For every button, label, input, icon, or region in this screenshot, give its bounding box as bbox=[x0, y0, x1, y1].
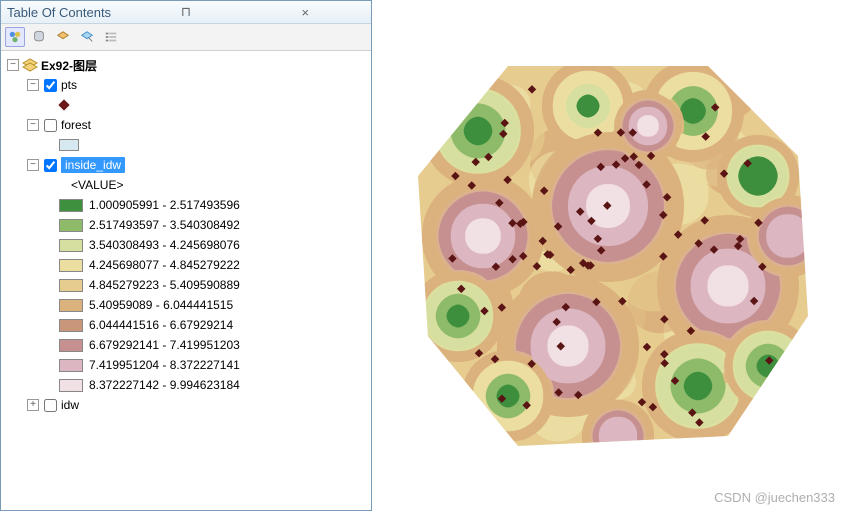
layer-label: pts bbox=[61, 78, 77, 92]
expand-toggle-icon[interactable]: − bbox=[27, 159, 39, 171]
legend-swatch bbox=[59, 299, 83, 312]
legend-swatch bbox=[59, 259, 83, 272]
list-by-selection-button[interactable] bbox=[77, 27, 97, 47]
legend-class-row[interactable]: 4.245698077 - 4.845279222 bbox=[3, 255, 369, 275]
map-view[interactable]: CSDN @juechen333 bbox=[372, 0, 843, 511]
legend-class-row[interactable]: 1.000905991 - 2.517493596 bbox=[3, 195, 369, 215]
layer-label: forest bbox=[61, 118, 91, 132]
layer-pts-checkbox[interactable] bbox=[44, 79, 57, 92]
inside-idw-class-list: 1.000905991 - 2.517493596 2.517493597 - 3… bbox=[3, 195, 369, 395]
layer-label: idw bbox=[61, 398, 79, 412]
expand-toggle-icon[interactable]: − bbox=[7, 59, 19, 71]
legend-class-label: 6.679292141 - 7.419951203 bbox=[89, 338, 240, 352]
list-by-drawing-order-button[interactable] bbox=[5, 27, 25, 47]
legend-class-label: 6.044441516 - 6.67929214 bbox=[89, 318, 233, 332]
expand-toggle-icon[interactable]: − bbox=[27, 79, 39, 91]
layer-tree: − Ex92-图层 − pts − forest − inside_idw bbox=[1, 51, 371, 510]
legend-class-row[interactable]: 7.419951204 - 8.372227141 bbox=[3, 355, 369, 375]
legend-class-row[interactable]: 6.044441516 - 6.67929214 bbox=[3, 315, 369, 335]
legend-class-row[interactable]: 6.679292141 - 7.419951203 bbox=[3, 335, 369, 355]
layer-idw-row[interactable]: + idw bbox=[3, 395, 369, 415]
panel-title: Table Of Contents bbox=[7, 5, 126, 20]
watermark-text: CSDN @juechen333 bbox=[714, 490, 835, 505]
value-header-row: <VALUE> bbox=[3, 175, 369, 195]
legend-class-label: 3.540308493 - 4.245698076 bbox=[89, 238, 240, 252]
layer-label-selected: inside_idw bbox=[61, 157, 125, 173]
map-point bbox=[748, 416, 756, 424]
legend-swatch bbox=[59, 319, 83, 332]
legend-class-label: 4.845279223 - 5.409590889 bbox=[89, 278, 240, 292]
toc-toolbar bbox=[1, 24, 371, 51]
options-button[interactable] bbox=[101, 27, 121, 47]
legend-swatch bbox=[59, 239, 83, 252]
table-of-contents-panel: Table Of Contents ⊓ × − Ex92-图层 − bbox=[0, 0, 372, 511]
list-by-source-button[interactable] bbox=[29, 27, 49, 47]
expand-toggle-icon[interactable]: − bbox=[27, 119, 39, 131]
layer-inside-idw-checkbox[interactable] bbox=[44, 159, 57, 172]
layer-forest-row[interactable]: − forest bbox=[3, 115, 369, 135]
point-symbol-icon bbox=[58, 99, 69, 110]
legend-swatch bbox=[59, 379, 83, 392]
legend-swatch bbox=[59, 219, 83, 232]
group-label: Ex92-图层 bbox=[41, 57, 97, 74]
layer-forest-symbol-row[interactable] bbox=[3, 135, 369, 155]
legend-class-row[interactable]: 3.540308493 - 4.245698076 bbox=[3, 235, 369, 255]
legend-class-label: 4.245698077 - 4.845279222 bbox=[89, 258, 240, 272]
close-icon[interactable]: × bbox=[246, 5, 365, 20]
layer-inside-idw-row[interactable]: − inside_idw bbox=[3, 155, 369, 175]
layer-idw-checkbox[interactable] bbox=[44, 399, 57, 412]
legend-class-row[interactable]: 4.845279223 - 5.409590889 bbox=[3, 275, 369, 295]
legend-swatch bbox=[59, 339, 83, 352]
legend-class-label: 5.40959089 - 6.044441515 bbox=[89, 298, 233, 312]
legend-swatch bbox=[59, 199, 83, 212]
pin-icon[interactable]: ⊓ bbox=[126, 4, 245, 20]
legend-class-label: 8.372227142 - 9.994623184 bbox=[89, 378, 240, 392]
layers-icon bbox=[22, 58, 38, 72]
layer-pts-row[interactable]: − pts bbox=[3, 75, 369, 95]
list-by-visibility-button[interactable] bbox=[53, 27, 73, 47]
forest-swatch bbox=[59, 139, 79, 151]
value-header-label: <VALUE> bbox=[71, 178, 123, 192]
legend-class-label: 7.419951204 - 8.372227141 bbox=[89, 358, 240, 372]
map-point bbox=[753, 400, 761, 408]
idw-raster-rendering bbox=[388, 36, 828, 476]
tree-group-row[interactable]: − Ex92-图层 bbox=[3, 55, 369, 75]
legend-class-row[interactable]: 5.40959089 - 6.044441515 bbox=[3, 295, 369, 315]
panel-titlebar: Table Of Contents ⊓ × bbox=[1, 1, 371, 24]
legend-swatch bbox=[59, 359, 83, 372]
legend-class-label: 1.000905991 - 2.517493596 bbox=[89, 198, 240, 212]
layer-pts-symbol-row[interactable] bbox=[3, 95, 369, 115]
legend-class-label: 2.517493597 - 3.540308492 bbox=[89, 218, 240, 232]
legend-class-row[interactable]: 8.372227142 - 9.994623184 bbox=[3, 375, 369, 395]
legend-class-row[interactable]: 2.517493597 - 3.540308492 bbox=[3, 215, 369, 235]
expand-toggle-icon[interactable]: + bbox=[27, 399, 39, 411]
layer-forest-checkbox[interactable] bbox=[44, 119, 57, 132]
legend-swatch bbox=[59, 279, 83, 292]
